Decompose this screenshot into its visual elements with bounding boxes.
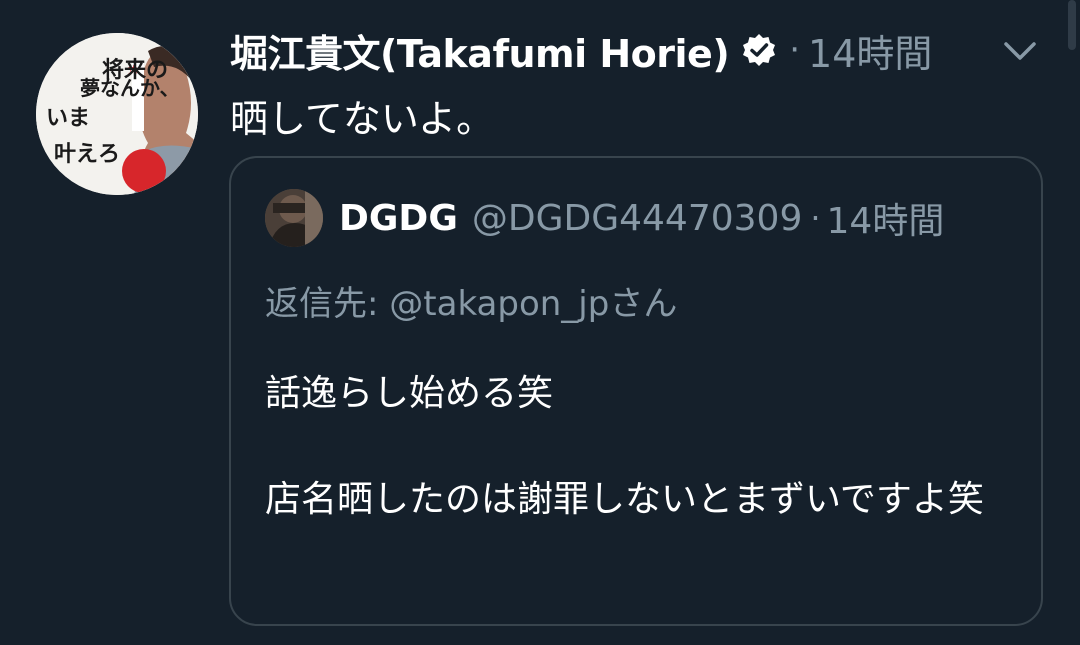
quoted-body-line: 店名晒したのは謝罪しないとまずいですよ笑 [265,479,984,520]
reply-to-label: 返信先: [265,284,379,324]
svg-text:叶えろ: 叶えろ [54,142,120,167]
svg-text:いま: いま [46,106,90,131]
quoted-author-handle[interactable]: @DGDG44470309 [472,198,802,239]
quoted-body-line: 話逸らし始める笑 [265,373,554,414]
profile-photo-icon [265,189,323,247]
svg-text:夢なんか、: 夢なんか、 [80,76,180,100]
quoted-tweet[interactable]: DGDG @DGDG44470309 · 14時間 返信先: @takapon_… [229,156,1043,626]
chevron-down-icon[interactable] [996,28,1044,76]
quoted-body: 話逸らし始める笑 店名晒したのは謝罪しないとまずいですよ笑 [265,366,1015,528]
scrollbar[interactable] [1068,0,1076,50]
author-avatar[interactable]: 式 将来の 夢なんか、 いま 叶えろ [36,33,198,195]
tweet-text: 晒してないよ。 [230,97,495,141]
verified-badge-icon [743,34,776,66]
author-name[interactable]: 堀江貴文(Takafumi Horie) [230,23,730,78]
quoted-author-name[interactable]: DGDG [339,198,458,239]
quoted-author-avatar[interactable] [265,189,323,247]
tweet-timestamp[interactable]: 14時間 [808,23,932,78]
reply-to-line: 返信先: @takapon_jpさん [265,276,677,325]
tweet-page: 式 将来の 夢なんか、 いま 叶えろ 堀江貴文(Takafumi Horie) … [0,0,1080,645]
quoted-timestamp[interactable]: 14時間 [827,192,945,244]
reply-to-handle[interactable]: @takapon_jpさん [389,284,677,324]
quoted-header: DGDG @DGDG44470309 · 14時間 [339,192,944,244]
tweet-header: 堀江貴文(Takafumi Horie) · 14時間 [230,24,932,76]
avatar-image: 式 将来の 夢なんか、 いま 叶えろ [36,33,198,195]
header-separator: · [789,30,801,70]
quoted-separator: · [810,199,821,237]
